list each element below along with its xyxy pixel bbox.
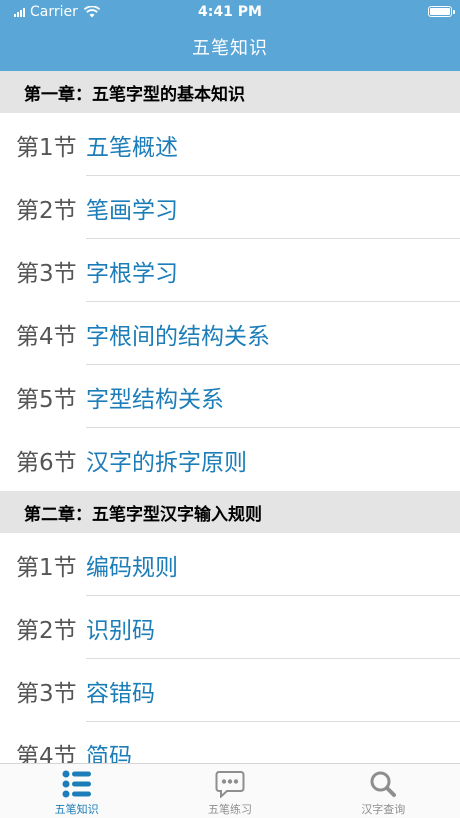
list-item[interactable]: 第4节 字根间的结构关系 (0, 302, 460, 365)
lesson-number: 第5节 (16, 386, 77, 413)
list-icon (62, 770, 91, 798)
list-item[interactable]: 第1节 五笔概述 (0, 113, 460, 176)
lesson-list[interactable]: 第一章：五笔字型的基本知识 第1节 五笔概述 第2节 笔画学习 第3节 字根学习… (0, 71, 460, 763)
chat-bubble-icon (215, 771, 245, 798)
tab-label: 五笔练习 (207, 803, 252, 816)
lesson-title: 识别码 (86, 617, 155, 644)
tab-wubi-practice[interactable]: 五笔练习 (153, 764, 306, 818)
battery-icon (428, 6, 455, 17)
lesson-title: 汉字的拆字原则 (86, 449, 247, 476)
lesson-title: 字型结构关系 (86, 386, 224, 413)
lesson-number: 第3节 (16, 260, 77, 287)
list-item[interactable]: 第6节 汉字的拆字原则 (0, 428, 460, 491)
list-item[interactable]: 第2节 笔画学习 (0, 176, 460, 239)
lesson-number: 第1节 (16, 554, 77, 581)
lesson-title: 字根间的结构关系 (86, 323, 270, 350)
status-time: 4:41 PM (198, 4, 262, 20)
status-bar: Carrier 4:41 PM (0, 2, 460, 22)
list-item[interactable]: 第3节 字根学习 (0, 239, 460, 302)
lesson-number: 第1节 (16, 134, 77, 161)
lesson-title: 编码规则 (86, 554, 178, 581)
tab-label: 五笔知识 (54, 803, 99, 816)
list-item[interactable]: 第1节 编码规则 (0, 533, 460, 596)
list-item[interactable]: 第4节 简码 (0, 722, 460, 764)
lesson-number: 第4节 (16, 743, 77, 764)
lesson-number: 第3节 (16, 680, 77, 707)
tab-label: 汉字查询 (361, 803, 406, 816)
tab-bar: 五笔知识 五笔练习 汉字查询 (0, 763, 460, 818)
nav-header: Carrier 4:41 PM 五笔知识 (0, 0, 460, 71)
section-header: 第二章：五笔字型汉字输入规则 (0, 491, 460, 533)
lesson-number: 第4节 (16, 323, 77, 350)
lesson-number: 第2节 (16, 617, 77, 644)
lesson-title: 五笔概述 (86, 134, 178, 161)
lesson-number: 第6节 (16, 449, 77, 476)
list-item[interactable]: 第3节 容错码 (0, 659, 460, 722)
lesson-title: 字根学习 (86, 260, 178, 287)
lesson-title: 容错码 (86, 680, 155, 707)
lesson-title: 笔画学习 (86, 197, 178, 224)
lesson-number: 第2节 (16, 197, 77, 224)
list-item[interactable]: 第2节 识别码 (0, 596, 460, 659)
section-header: 第一章：五笔字型的基本知识 (0, 71, 460, 113)
lesson-title: 简码 (86, 743, 132, 764)
list-item[interactable]: 第5节 字型结构关系 (0, 365, 460, 428)
page-title: 五笔知识 (192, 38, 268, 59)
tab-wubi-knowledge[interactable]: 五笔知识 (0, 764, 153, 818)
tab-character-lookup[interactable]: 汉字查询 (307, 764, 460, 818)
search-icon (370, 771, 397, 797)
